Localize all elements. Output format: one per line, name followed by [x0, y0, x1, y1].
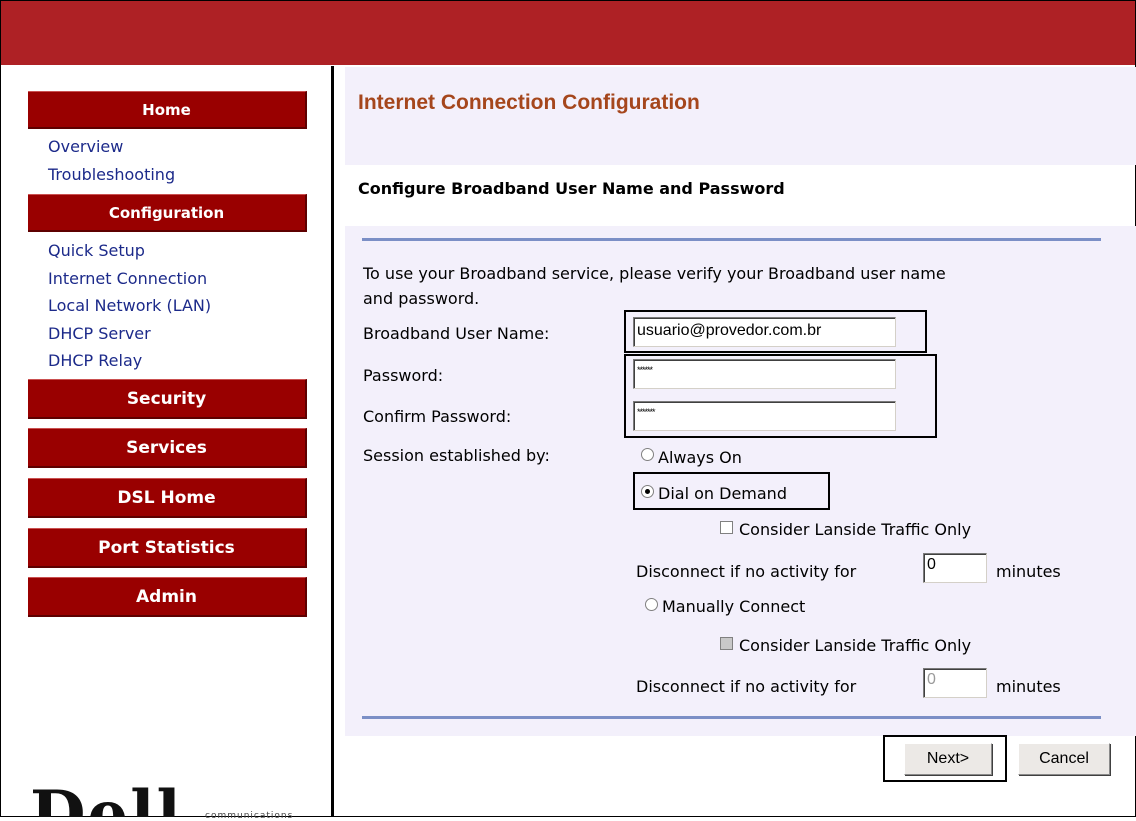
intro-text-line1: To use your Broadband service, please ve… [363, 264, 946, 283]
radio-always-on[interactable] [641, 448, 654, 461]
sidebar-header-dsl-home[interactable]: DSL Home [28, 478, 307, 518]
consider-lanside-label-2: Consider Lanside Traffic Only [739, 636, 972, 655]
username-highlight-box [624, 310, 927, 353]
password-highlight-box [624, 354, 937, 438]
password-label: Password: [363, 366, 444, 385]
username-label: Broadband User Name: [363, 324, 550, 343]
top-banner [1, 1, 1135, 65]
top-divider [362, 238, 1101, 241]
disconnect-minutes-input-2[interactable]: 0 [923, 668, 987, 698]
next-button-highlight-box [883, 735, 1007, 782]
cancel-button[interactable]: Cancel [1018, 743, 1110, 775]
sidebar-header-security[interactable]: Security [28, 379, 307, 419]
disconnect-label-1: Disconnect if no activity for [636, 562, 857, 581]
dial-on-demand-highlight-box [633, 472, 830, 510]
dell-logo-subtext: communications [205, 811, 294, 821]
manually-connect-label: Manually Connect [662, 597, 806, 616]
bottom-divider [362, 716, 1101, 719]
sidebar-link-dhcp-server[interactable]: DHCP Server [48, 325, 151, 343]
sidebar-link-troubleshooting[interactable]: Troubleshooting [48, 166, 175, 184]
session-label: Session established by: [363, 446, 550, 465]
sidebar-header-services[interactable]: Services [28, 428, 307, 468]
minutes-label-2: minutes [996, 677, 1061, 696]
confirm-password-label: Confirm Password: [363, 407, 512, 426]
sidebar-header-home[interactable]: Home [28, 91, 307, 129]
sidebar-header-configuration[interactable]: Configuration [28, 194, 307, 232]
intro-text-line2: and password. [363, 289, 480, 308]
minutes-label-1: minutes [996, 562, 1061, 581]
sidebar-divider [331, 66, 334, 817]
sidebar-link-dhcp-relay[interactable]: DHCP Relay [48, 352, 142, 370]
disconnect-label-2: Disconnect if no activity for [636, 677, 857, 696]
always-on-label: Always On [658, 448, 742, 467]
consider-lanside-label-1: Consider Lanside Traffic Only [739, 520, 972, 539]
sidebar-link-overview[interactable]: Overview [48, 138, 123, 156]
section-subtitle: Configure Broadband User Name and Passwo… [358, 179, 785, 198]
sidebar-header-admin[interactable]: Admin [28, 577, 307, 617]
sidebar-header-port-statistics[interactable]: Port Statistics [28, 528, 307, 568]
consider-lanside-checkbox-1[interactable] [720, 521, 733, 534]
radio-manually-connect[interactable] [645, 598, 658, 611]
sidebar-link-quick-setup[interactable]: Quick Setup [48, 242, 145, 260]
page-title: Internet Connection Configuration [358, 91, 700, 114]
title-panel [345, 67, 1136, 165]
consider-lanside-checkbox-2[interactable] [720, 637, 733, 650]
sidebar-link-internet-connection[interactable]: Internet Connection [48, 270, 207, 288]
disconnect-minutes-input-1[interactable]: 0 [923, 553, 987, 583]
sidebar-link-local-network[interactable]: Local Network (LAN) [48, 297, 211, 315]
